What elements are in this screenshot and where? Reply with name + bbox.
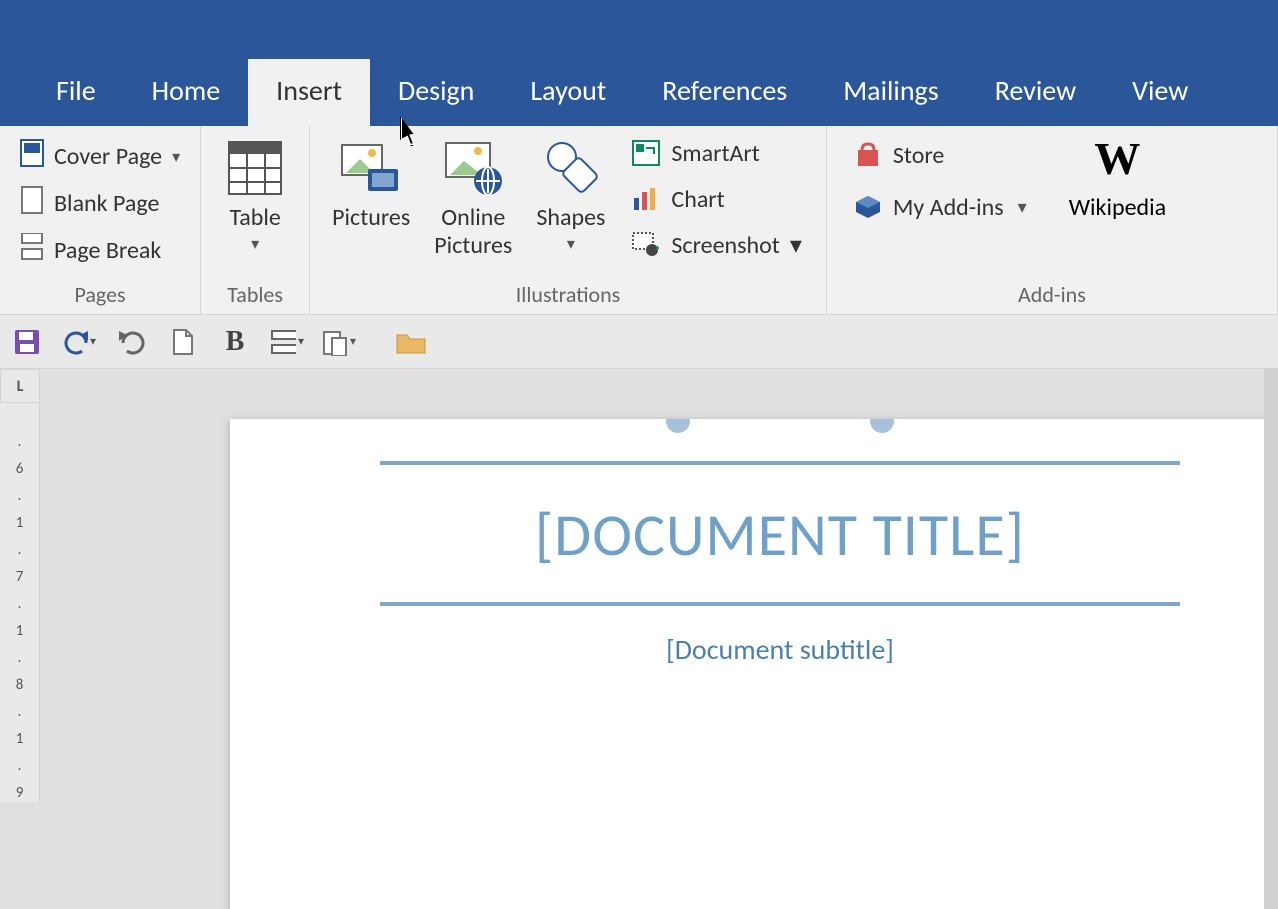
group-illustrations-label: Illustrations [320,275,816,314]
store-label: Store [893,141,944,170]
group-illustrations: Pictures Online Pictures Shapes ▾ [310,126,827,314]
group-pages-label: Pages [10,275,190,314]
cover-page-label: Cover Page [54,142,162,171]
tab-design[interactable]: Design [370,59,502,126]
smartart-label: SmartArt [671,139,759,168]
save-button[interactable] [10,325,44,359]
tab-layout[interactable]: Layout [502,59,634,126]
open-folder-button[interactable] [394,325,428,359]
group-addins-label: Add-ins [837,275,1267,314]
bold-button[interactable]: B [218,325,252,359]
quick-access-toolbar: ▾ B ▾ ▾ [0,315,1278,369]
shapes-button[interactable]: Shapes ▾ [524,132,617,254]
chart-label: Chart [671,185,724,214]
smartart-button[interactable]: SmartArt [623,134,809,172]
chevron-down-icon: ▾ [1018,196,1027,218]
smartart-icon [631,138,661,168]
chevron-down-icon: ▾ [567,234,575,254]
online-pictures-button[interactable]: Online Pictures [422,132,524,259]
wikipedia-button[interactable]: W Wikipedia [1057,132,1178,222]
cover-page-button[interactable]: Cover Page ▾ [14,136,186,177]
my-addins-button[interactable]: My Add-ins ▾ [845,188,1035,226]
ruler-tick: . [18,433,22,451]
group-addins: Store My Add-ins ▾ W Wikipedia Add-ins [827,126,1278,314]
chevron-down-icon: ▾ [790,231,802,260]
title-bar [0,0,1278,10]
my-addins-label: My Add-ins [893,193,1004,222]
tab-view[interactable]: View [1104,59,1216,126]
ruler-tick: . [18,487,22,505]
pictures-label: Pictures [332,204,410,232]
ruler-corner: L [0,369,40,403]
group-tables-label: Tables [211,275,299,314]
blank-page-icon [20,186,46,221]
chart-button[interactable]: Chart [623,180,809,218]
shapes-label: Shapes [536,204,605,232]
pictures-button[interactable]: Pictures [320,132,422,232]
vertical-ruler[interactable]: . 6. 1. 7. 1. 8. 1. 9 [0,403,40,802]
ruler-tick: 9 [16,784,24,802]
wikipedia-label: Wikipedia [1069,193,1166,222]
paste-button[interactable]: ▾ [322,325,356,359]
ruler-tick: . [18,757,22,775]
ruler-tick: . [18,595,22,613]
ruler-tick: . [18,541,22,559]
ruler-tick: 1 [16,514,24,532]
editor-area: L . 6. 1. 7. 1. 8. 1. 9 [DOCUMENT TITLE] [Docum… [0,369,1278,909]
new-document-button[interactable] [166,325,200,359]
ruler-tick: 7 [16,568,24,586]
shapes-icon [539,136,603,200]
document-page[interactable]: [DOCUMENT TITLE] [Document subtitle] [230,419,1278,909]
cover-page-icon [20,139,46,174]
screenshot-icon [631,230,661,260]
ribbon: Cover Page ▾ Blank Page Page Break Page [0,126,1278,315]
page-break-icon [20,233,46,268]
online-pictures-label: Online Pictures [434,204,512,259]
tab-insert[interactable]: Insert [248,59,370,126]
store-button[interactable]: Store [845,136,1035,174]
table-label: Table [229,204,280,232]
group-tables: Table ▾ Tables [201,126,310,314]
document-subtitle-placeholder[interactable]: [Document subtitle] [230,606,1278,679]
ruler-tick: . [18,703,22,721]
table-button[interactable]: Table ▾ [211,132,299,254]
blank-page-button[interactable]: Blank Page [14,183,186,224]
store-icon [853,140,883,170]
blank-page-label: Blank Page [54,189,159,218]
document-canvas[interactable]: [DOCUMENT TITLE] [Document subtitle] [40,369,1278,909]
wikipedia-icon: W [1094,132,1140,185]
chevron-down-icon: ▾ [172,147,180,167]
ruler-tick: 6 [16,460,24,478]
screenshot-label: Screenshot [671,231,779,260]
undo-button[interactable]: ▾ [62,325,96,359]
screenshot-button[interactable]: Screenshot ▾ [623,226,809,264]
chevron-down-icon: ▾ [251,234,259,254]
document-title-placeholder[interactable]: [DOCUMENT TITLE] [230,465,1278,602]
tab-references[interactable]: References [634,59,815,126]
tab-home[interactable]: Home [124,59,249,126]
group-pages: Cover Page ▾ Blank Page Page Break Page [0,126,201,314]
ruler-tick: . [18,649,22,667]
vertical-scrollbar[interactable] [1264,369,1278,909]
page-width-button[interactable]: ▾ [270,325,304,359]
my-addins-icon [853,192,883,222]
chart-icon [631,184,661,214]
pictures-icon [339,136,403,200]
page-break-label: Page Break [54,236,161,265]
online-pictures-icon [441,136,505,200]
ruler-tick: 1 [16,622,24,640]
ruler-tick: 8 [16,676,24,694]
ruler-tick: 1 [16,730,24,748]
tab-file[interactable]: File [28,59,124,126]
ribbon-tabs: File Home Insert Design Layout Reference… [0,10,1278,126]
table-icon [223,136,287,200]
header-handle-marks [230,419,1278,433]
tab-review[interactable]: Review [967,59,1104,126]
page-break-button[interactable]: Page Break [14,230,186,271]
redo-button[interactable] [114,325,148,359]
tab-mailings[interactable]: Mailings [815,59,966,126]
